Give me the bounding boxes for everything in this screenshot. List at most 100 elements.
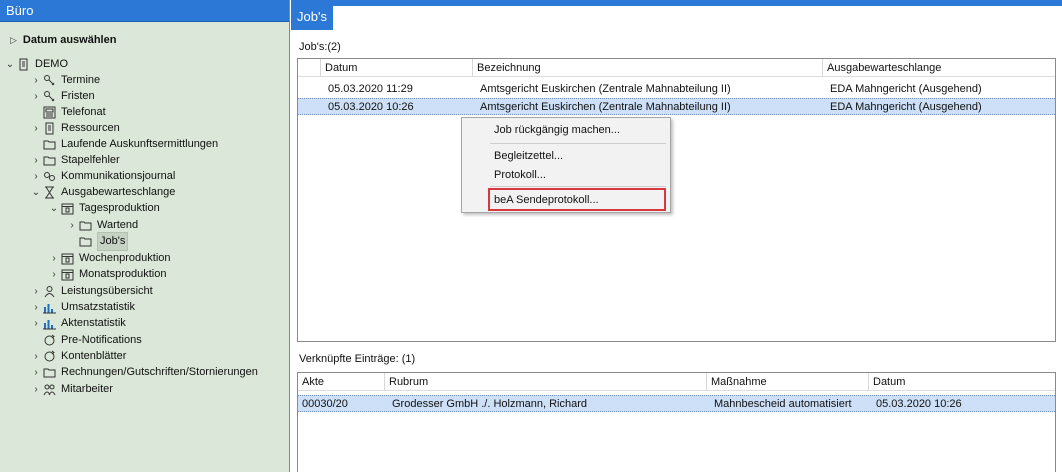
tree-item[interactable]: › Monatsproduktion [48, 266, 166, 283]
chevron-right-icon[interactable]: › [30, 152, 42, 169]
tree-item[interactable]: › Aktenstatistik [30, 315, 126, 332]
tree-item[interactable]: › Kontenblätter [30, 348, 126, 365]
key-icon [42, 74, 56, 87]
chevron-right-icon[interactable]: › [30, 315, 42, 332]
tree-item-label: Rechnungen/Gutschriften/Stornierungen [61, 366, 258, 378]
chevron-right-icon[interactable]: › [30, 88, 42, 105]
chart-icon [42, 301, 56, 314]
tree-item[interactable]: › Termine [30, 72, 100, 89]
chevron-right-icon[interactable]: › [30, 168, 42, 185]
chevron-right-icon[interactable]: › [30, 348, 42, 365]
column-header-ausgabewarteschlange[interactable]: Ausgabewarteschlange [822, 59, 1056, 77]
chevron-down-icon[interactable]: ⌄ [48, 200, 60, 217]
chevron-right-icon[interactable]: › [30, 364, 42, 381]
cell-datum: 05.03.2020 10:26 [328, 101, 414, 113]
cell-massnahme: Mahnbescheid automatisiert [714, 398, 852, 410]
tree-item-label: Kontenblätter [61, 350, 127, 362]
tree-item[interactable]: › Umsatzstatistik [30, 299, 135, 316]
tree-item[interactable]: › Ressourcen [30, 120, 120, 137]
calendar-icon [60, 252, 74, 265]
office-sidebar: Büro ▷ Datum auswählen ⌄ DEMO › Termine › Fris… [0, 0, 290, 472]
tree-item[interactable]: Telefonat [30, 104, 106, 121]
tree-item[interactable]: ⌄ DEMO [4, 56, 68, 73]
linked-entries-label: Verknüpfte Einträge: (1) [299, 353, 416, 365]
folder-icon [78, 235, 92, 248]
chevron-right-icon[interactable]: › [66, 217, 78, 234]
column-header-datum[interactable]: Datum [868, 373, 1056, 391]
tree-item-label: Tagesproduktion [79, 202, 160, 214]
chart-icon [42, 317, 56, 330]
menu-item-undo-job[interactable]: Job rückgängig machen... [494, 120, 620, 140]
cell-rubrum: Grodesser GmbH ./. Holzmann, Richard [392, 398, 588, 410]
chevron-right-icon[interactable]: › [30, 120, 42, 137]
cell-datum: 05.03.2020 10:26 [876, 398, 962, 410]
people-icon [42, 383, 56, 396]
column-header-datum[interactable]: Datum [320, 59, 472, 77]
tree-item-label: Fristen [61, 90, 95, 102]
person-icon [42, 285, 56, 298]
tree-item[interactable]: › Fristen [30, 88, 95, 105]
tree-item[interactable]: › Wochenproduktion [48, 250, 171, 267]
tree-item[interactable]: › Kommunikationsjournal [30, 168, 175, 185]
chevron-right-icon[interactable]: › [48, 266, 60, 283]
tree-item-label: Aktenstatistik [61, 317, 126, 329]
tree-item[interactable]: › Mitarbeiter [30, 381, 113, 398]
table-row[interactable]: 05.03.2020 11:29 Amtsgericht Euskirchen … [298, 81, 1055, 98]
tree-item-label: Pre-Notifications [61, 334, 142, 346]
folder-icon [42, 366, 56, 379]
tab-jobs[interactable]: Job's [291, 4, 333, 30]
column-header-bezeichnung[interactable]: Bezeichnung [472, 59, 822, 77]
cell-akte: 00030/20 [302, 398, 348, 410]
expand-arrow-icon: ▷ [10, 35, 17, 45]
tree-item-label: Laufende Auskunftsermittlungen [61, 138, 219, 150]
table-row[interactable]: 00030/20 Grodesser GmbH ./. Holzmann, Ri… [298, 395, 1055, 412]
table-row[interactable]: 05.03.2020 10:26 Amtsgericht Euskirchen … [298, 98, 1055, 115]
tree-item-label: DEMO [35, 58, 68, 70]
phone-icon [42, 106, 56, 119]
date-selector[interactable]: ▷ Datum auswählen [10, 34, 116, 46]
tree-item-label: Leistungsübersicht [61, 285, 153, 297]
chevron-right-icon[interactable]: › [30, 299, 42, 316]
chevron-right-icon[interactable]: › [30, 381, 42, 398]
document-icon [42, 122, 56, 135]
cell-bezeichnung: Amtsgericht Euskirchen (Zentrale Mahnabt… [480, 83, 731, 95]
folder-icon [78, 219, 92, 232]
menu-separator [490, 186, 666, 187]
tree-item[interactable]: Laufende Auskunftsermittlungen [30, 136, 218, 153]
tree-item-label: Telefonat [61, 106, 106, 118]
tree-item-label: Umsatzstatistik [61, 301, 135, 313]
tree-item[interactable]: ⌄ Tagesproduktion [48, 200, 160, 217]
tree-item[interactable]: › Leistungsübersicht [30, 283, 153, 300]
tree-item-label: Stapelfehler [61, 154, 120, 166]
tree-item-label: Kommunikationsjournal [61, 170, 176, 182]
chevron-right-icon[interactable]: › [48, 250, 60, 267]
menu-item-protokoll[interactable]: Protokoll... [494, 165, 546, 185]
tree-item-label: Termine [61, 74, 101, 86]
jobs-count-label: Job's:(2) [299, 41, 341, 53]
chevron-right-icon[interactable]: › [30, 283, 42, 300]
calendar-icon [60, 268, 74, 281]
chevron-right-icon[interactable]: › [30, 72, 42, 89]
cell-datum: 05.03.2020 11:29 [328, 83, 413, 95]
tree-item[interactable]: Job's [66, 232, 129, 251]
jobs-table-header: Datum Bezeichnung Ausgabewarteschlange [298, 59, 1055, 77]
chevron-down-icon[interactable]: ⌄ [4, 56, 16, 73]
cell-queue: EDA Mahngericht (Ausgehend) [830, 101, 982, 113]
tree-item[interactable]: › Rechnungen/Gutschriften/Stornierungen [30, 364, 258, 381]
jobs-pane: Job's Job's:(2) Datum Bezeichnung Ausgab… [291, 0, 1062, 472]
sidebar-title: Büro [0, 0, 289, 22]
context-menu: Job rückgängig machen... Begleitzettel..… [461, 117, 671, 213]
date-selector-label: Datum auswählen [22, 34, 117, 46]
column-header-massnahme[interactable]: Maßnahme [706, 373, 868, 391]
highlight-box [488, 188, 666, 211]
column-header-rubrum[interactable]: Rubrum [384, 373, 706, 391]
menu-item-begleitzettel[interactable]: Begleitzettel... [494, 146, 563, 166]
tree-item[interactable]: › Stapelfehler [30, 152, 120, 169]
tree-item-label: Job's [97, 232, 129, 251]
tree-item[interactable]: Pre-Notifications [30, 332, 142, 349]
tree-item[interactable]: ⌄ Ausgabewarteschlange [30, 184, 175, 201]
cell-queue: EDA Mahngericht (Ausgehend) [830, 83, 982, 95]
column-header-akte[interactable]: Akte [298, 373, 384, 391]
chevron-down-icon[interactable]: ⌄ [30, 184, 42, 201]
menu-separator [490, 143, 666, 144]
